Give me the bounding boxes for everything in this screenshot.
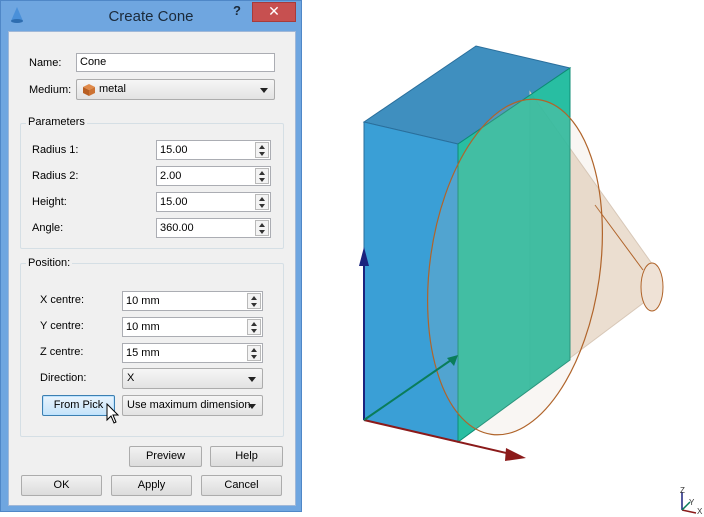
angle-label: Angle:	[32, 222, 64, 234]
preview-button[interactable]: Preview	[129, 446, 202, 467]
spin-buttons[interactable]	[255, 142, 269, 158]
create-cone-dialog: Create Cone ? ✕ Name: Cone Medium: metal…	[0, 0, 302, 512]
ok-button[interactable]: OK	[21, 475, 102, 496]
y-centre-value: 10 mm	[126, 321, 160, 333]
height-label: Height:	[32, 196, 67, 208]
direction-value: X	[127, 372, 135, 384]
y-centre-label: Y centre:	[40, 320, 84, 332]
spin-up-icon[interactable]	[259, 197, 265, 201]
dimension-select[interactable]: Use maximum dimension	[122, 395, 263, 416]
chevron-down-icon	[248, 404, 256, 409]
chevron-down-icon	[248, 377, 256, 382]
spin-up-icon[interactable]	[259, 223, 265, 227]
help-button[interactable]: Help	[210, 446, 283, 467]
spin-buttons[interactable]	[247, 345, 261, 361]
position-group-title: Position:	[26, 257, 73, 269]
height-spinbox[interactable]: 15.00	[156, 192, 271, 212]
x-centre-value: 10 mm	[126, 295, 160, 307]
dialog-body: Name: Cone Medium: metal Parameters Radi…	[8, 31, 296, 506]
radius2-value: 2.00	[160, 170, 182, 182]
chevron-down-icon	[260, 88, 268, 93]
spin-down-icon[interactable]	[259, 230, 265, 234]
x-centre-spinbox[interactable]: 10 mm	[122, 291, 263, 311]
cone-small-end	[640, 262, 664, 312]
angle-value: 360.00	[160, 222, 194, 234]
parameters-group-title: Parameters	[26, 116, 87, 128]
triad-z-label: Z	[680, 486, 685, 495]
3d-viewport[interactable]	[330, 40, 670, 465]
direction-label: Direction:	[40, 372, 87, 384]
spin-up-icon[interactable]	[259, 171, 265, 175]
title-bar[interactable]: Create Cone ? ✕	[1, 1, 301, 31]
close-button[interactable]: ✕	[252, 2, 296, 22]
z-centre-label: Z centre:	[40, 346, 84, 358]
apply-button[interactable]: Apply	[111, 475, 192, 496]
radius2-spinbox[interactable]: 2.00	[156, 166, 271, 186]
spin-down-icon[interactable]	[259, 152, 265, 156]
name-label: Name:	[29, 57, 62, 69]
triad-x-label: X	[697, 507, 703, 516]
metal-cube-icon	[83, 84, 95, 96]
spin-down-icon[interactable]	[251, 355, 257, 359]
radius1-spinbox[interactable]: 15.00	[156, 140, 271, 160]
help-icon[interactable]: ?	[227, 3, 247, 21]
radius1-value: 15.00	[160, 144, 188, 156]
spin-up-icon[interactable]	[251, 296, 257, 300]
z-centre-value: 15 mm	[126, 347, 160, 359]
x-axis-arrow-icon	[505, 448, 526, 461]
triad-y-label: Y	[689, 498, 695, 507]
x-centre-label: X centre:	[40, 294, 85, 306]
spin-buttons[interactable]	[255, 168, 269, 184]
dimension-value: Use maximum dimension	[127, 399, 251, 411]
radius1-label: Radius 1:	[32, 144, 79, 156]
direction-select[interactable]: X	[122, 368, 263, 389]
spin-buttons[interactable]	[255, 194, 269, 210]
name-input[interactable]: Cone	[76, 53, 275, 72]
spin-up-icon[interactable]	[251, 348, 257, 352]
spin-up-icon[interactable]	[259, 145, 265, 149]
radius2-label: Radius 2:	[32, 170, 79, 182]
angle-spinbox[interactable]: 360.00	[156, 218, 271, 238]
medium-select[interactable]: metal	[76, 79, 275, 100]
height-value: 15.00	[160, 196, 188, 208]
spin-up-icon[interactable]	[251, 322, 257, 326]
medium-value: metal	[99, 83, 126, 95]
spin-down-icon[interactable]	[259, 204, 265, 208]
spin-down-icon[interactable]	[251, 329, 257, 333]
z-centre-spinbox[interactable]: 15 mm	[122, 343, 263, 363]
spin-buttons[interactable]	[247, 319, 261, 335]
medium-label: Medium:	[29, 84, 72, 96]
spin-buttons[interactable]	[247, 293, 261, 309]
spin-down-icon[interactable]	[259, 178, 265, 182]
spin-down-icon[interactable]	[251, 303, 257, 307]
mouse-cursor-icon	[106, 403, 120, 424]
cancel-button[interactable]: Cancel	[201, 475, 282, 496]
from-pick-button[interactable]: From Pick	[42, 395, 115, 416]
y-centre-spinbox[interactable]: 10 mm	[122, 317, 263, 337]
spin-buttons[interactable]	[255, 220, 269, 236]
